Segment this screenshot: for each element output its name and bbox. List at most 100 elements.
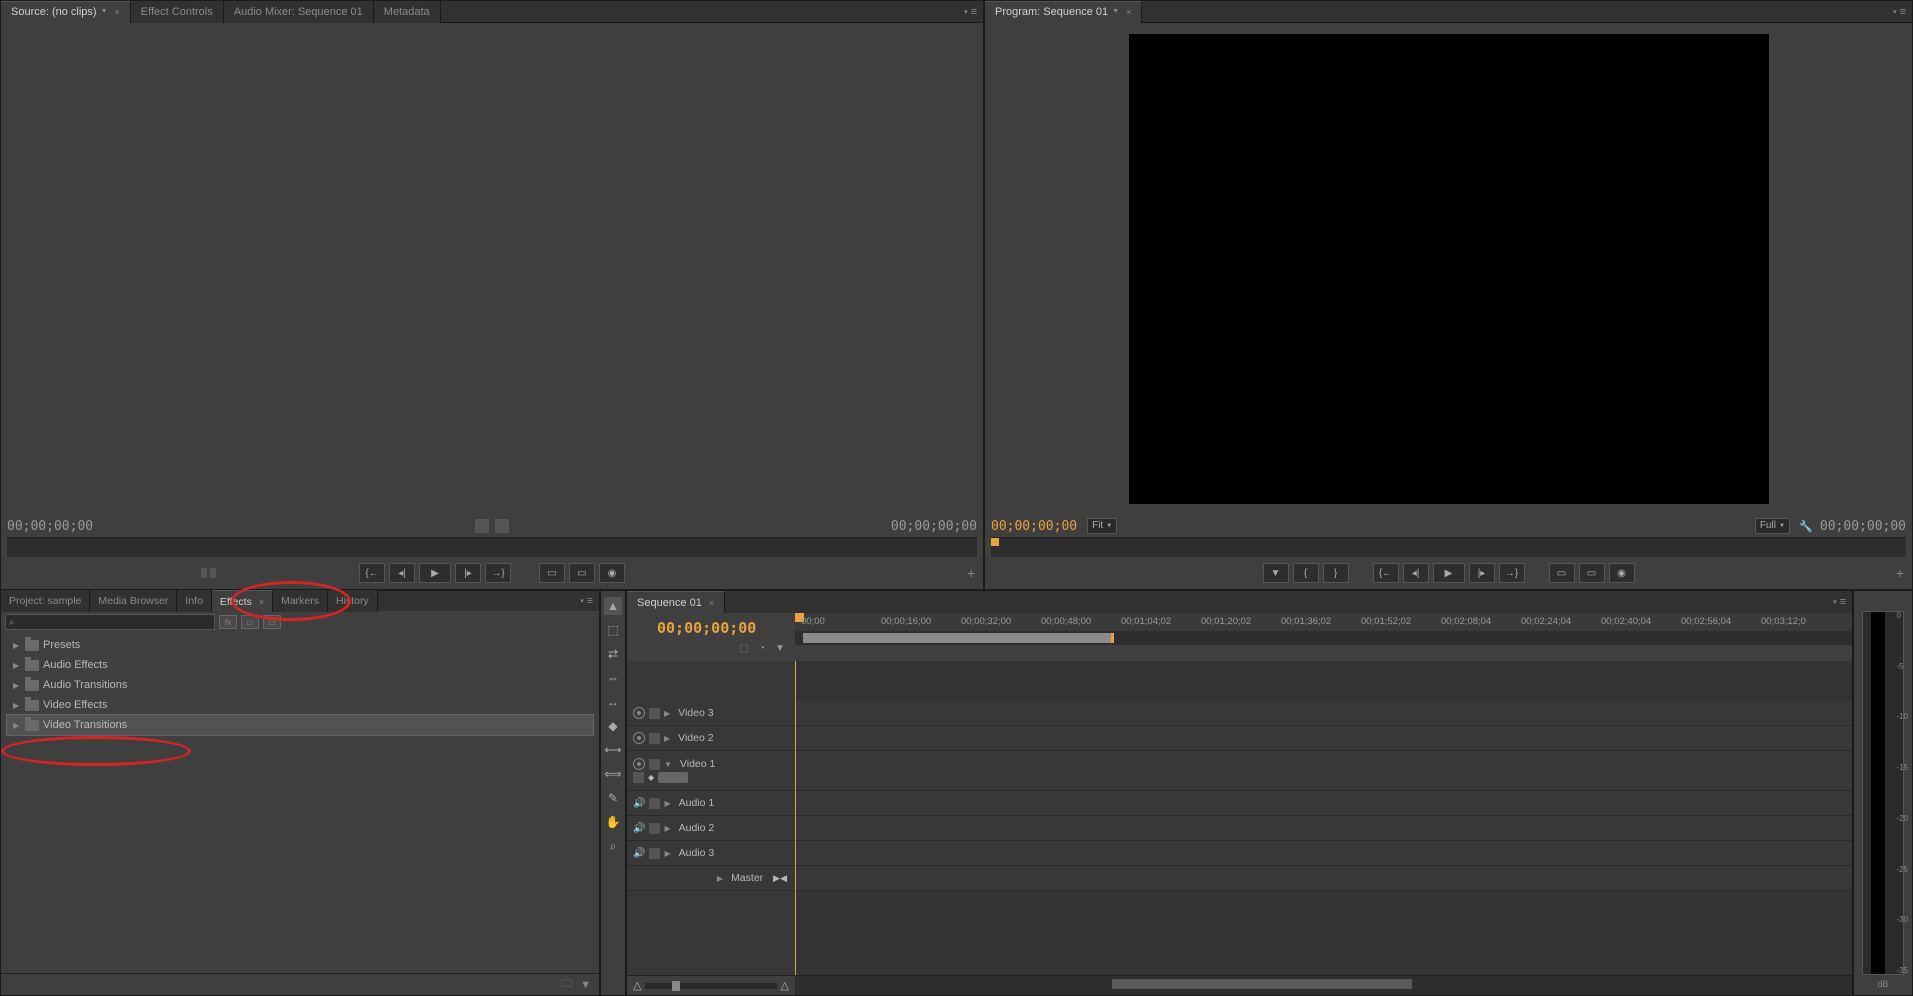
slip-tool[interactable]: ⟷ <box>604 741 622 759</box>
track-lane-video3[interactable] <box>795 701 1852 726</box>
track-header-master[interactable]: ▶Master▶◀ <box>627 866 795 891</box>
panel-menu[interactable]: ▾≡ <box>1887 6 1912 18</box>
slide-tool[interactable]: ⟺ <box>604 765 622 783</box>
program-out-timecode[interactable]: 00;00;00;00 <box>1820 519 1906 534</box>
effects-search-input[interactable]: ⌕ <box>5 614 215 630</box>
tab-metadata[interactable]: Metadata <box>374 1 441 23</box>
tab-effect-controls[interactable]: Effect Controls <box>131 1 224 23</box>
track-lane-video2[interactable] <box>795 726 1852 751</box>
track-lane-master[interactable] <box>795 866 1852 891</box>
source-in-timecode[interactable]: 00;00;00;00 <box>7 519 93 534</box>
play-button[interactable]: ▶ <box>1433 563 1465 583</box>
lock-icon[interactable] <box>649 798 660 809</box>
lock-icon[interactable] <box>649 759 660 770</box>
go-to-out-button[interactable]: →} <box>1499 563 1525 583</box>
add-button[interactable]: + <box>967 565 975 581</box>
playhead-line[interactable] <box>795 661 796 975</box>
zoom-out-icon[interactable]: △ <box>633 979 641 992</box>
fx-badge-32bit[interactable]: ▭ <box>241 615 259 629</box>
tab-markers[interactable]: Markers <box>273 590 328 612</box>
close-icon[interactable]: × <box>259 591 264 613</box>
hand-tool[interactable]: ✋ <box>604 813 622 831</box>
zoom-slider[interactable] <box>645 983 776 989</box>
timeline-timecode[interactable]: 00;00;00;00 <box>657 619 795 637</box>
source-monitor-view[interactable] <box>1 23 983 515</box>
track-select-tool[interactable]: ⬚ <box>604 621 622 639</box>
lock-icon[interactable] <box>649 823 660 834</box>
track-header-video3[interactable]: ▶Video 3 <box>627 701 795 726</box>
mark-in-button[interactable]: { <box>1293 563 1319 583</box>
ripple-edit-tool[interactable]: ⇄ <box>604 645 622 663</box>
tab-program[interactable]: Program: Sequence 01▼× <box>985 1 1142 23</box>
track-lanes[interactable] <box>795 661 1852 975</box>
zoom-tool[interactable]: ⌕ <box>604 837 622 855</box>
fx-badge-accelerated[interactable]: fx <box>219 615 237 629</box>
track-header-video1[interactable]: ▼Video 1 ◆ <box>627 751 795 791</box>
tab-history[interactable]: History <box>328 590 378 612</box>
program-scrubber[interactable] <box>991 537 1906 557</box>
lock-icon[interactable] <box>649 848 660 859</box>
keyframe-icon[interactable] <box>633 772 644 783</box>
folder-video-transitions[interactable]: ▶Video Transitions <box>7 715 593 735</box>
step-fwd-button[interactable]: |▸ <box>455 563 481 583</box>
speaker-icon[interactable]: 🔊 <box>633 823 645 834</box>
work-area-bar[interactable] <box>795 631 1852 645</box>
mark-out-button[interactable]: } <box>1323 563 1349 583</box>
panel-menu[interactable]: ▾≡ <box>574 595 599 607</box>
close-icon[interactable]: × <box>709 592 714 614</box>
lock-icon[interactable] <box>649 733 660 744</box>
eye-icon[interactable] <box>633 732 645 744</box>
close-icon[interactable]: × <box>115 1 120 23</box>
add-button[interactable]: + <box>1896 565 1904 581</box>
go-to-in-button[interactable]: {← <box>1373 563 1399 583</box>
output-icon[interactable] <box>495 519 509 533</box>
timeline-zoom[interactable]: △ △ <box>627 976 795 995</box>
panel-menu[interactable]: ▾≡ <box>958 6 983 18</box>
program-in-timecode[interactable]: 00;00;00;00 <box>991 519 1077 534</box>
insert-button[interactable]: ▭ <box>539 563 565 583</box>
zoom-fit-dropdown[interactable]: Fit▼ <box>1087 518 1117 534</box>
play-button[interactable]: ▶ <box>419 563 451 583</box>
track-header-audio1[interactable]: 🔊▶Audio 1 <box>627 791 795 816</box>
export-frame-button[interactable]: ◉ <box>1609 563 1635 583</box>
track-lane-audio3[interactable] <box>795 841 1852 866</box>
source-out-timecode[interactable]: 00;00;00;00 <box>891 519 977 534</box>
step-fwd-button[interactable]: |▸ <box>1469 563 1495 583</box>
track-header-video2[interactable]: ▶Video 2 <box>627 726 795 751</box>
lift-button[interactable]: ▭ <box>1549 563 1575 583</box>
rate-stretch-tool[interactable]: ↔ <box>604 693 622 711</box>
sync-lock-icon[interactable]: ◔ <box>755 641 769 655</box>
selection-tool[interactable]: ▲ <box>604 597 622 615</box>
settings-icon[interactable]: 🔧 <box>1798 518 1814 534</box>
dropdown-icon[interactable]: ▼ <box>580 979 591 991</box>
folder-audio-effects[interactable]: ▶Audio Effects <box>7 655 593 675</box>
folder-video-effects[interactable]: ▶Video Effects <box>7 695 593 715</box>
tab-sequence[interactable]: Sequence 01× <box>627 591 725 613</box>
folder-audio-transitions[interactable]: ▶Audio Transitions <box>7 675 593 695</box>
track-header-audio3[interactable]: 🔊▶Audio 3 <box>627 841 795 866</box>
extract-button[interactable]: ▭ <box>1579 563 1605 583</box>
mark-in-button[interactable]: {← <box>359 563 385 583</box>
new-bin-icon[interactable]: 🗀 <box>561 975 572 994</box>
folder-presets[interactable]: ▶Presets <box>7 635 593 655</box>
tab-media-browser[interactable]: Media Browser <box>90 590 177 612</box>
tab-project[interactable]: Project: sample <box>1 590 90 612</box>
speaker-icon[interactable]: 🔊 <box>633 848 645 859</box>
track-header-audio2[interactable]: 🔊▶Audio 2 <box>627 816 795 841</box>
eye-icon[interactable] <box>633 758 645 770</box>
razor-tool[interactable]: ◆ <box>604 717 622 735</box>
lock-icon[interactable] <box>649 708 660 719</box>
zoom-in-icon[interactable]: △ <box>781 979 789 992</box>
track-lane-audio2[interactable] <box>795 816 1852 841</box>
marker-icon[interactable]: ▼ <box>773 641 787 655</box>
export-frame-button[interactable]: ◉ <box>599 563 625 583</box>
tab-info[interactable]: Info <box>177 590 212 612</box>
speaker-icon[interactable]: 🔊 <box>633 798 645 809</box>
resolution-dropdown[interactable]: Full▼ <box>1755 518 1790 534</box>
tab-audio-mixer[interactable]: Audio Mixer: Sequence 01 <box>224 1 374 23</box>
overwrite-button[interactable]: ▭ <box>569 563 595 583</box>
tab-effects[interactable]: Effects× <box>212 590 273 612</box>
add-marker-button[interactable]: ▼ <box>1263 563 1289 583</box>
panel-menu[interactable]: ▾≡ <box>1827 596 1852 608</box>
pen-tool[interactable]: ✎ <box>604 789 622 807</box>
